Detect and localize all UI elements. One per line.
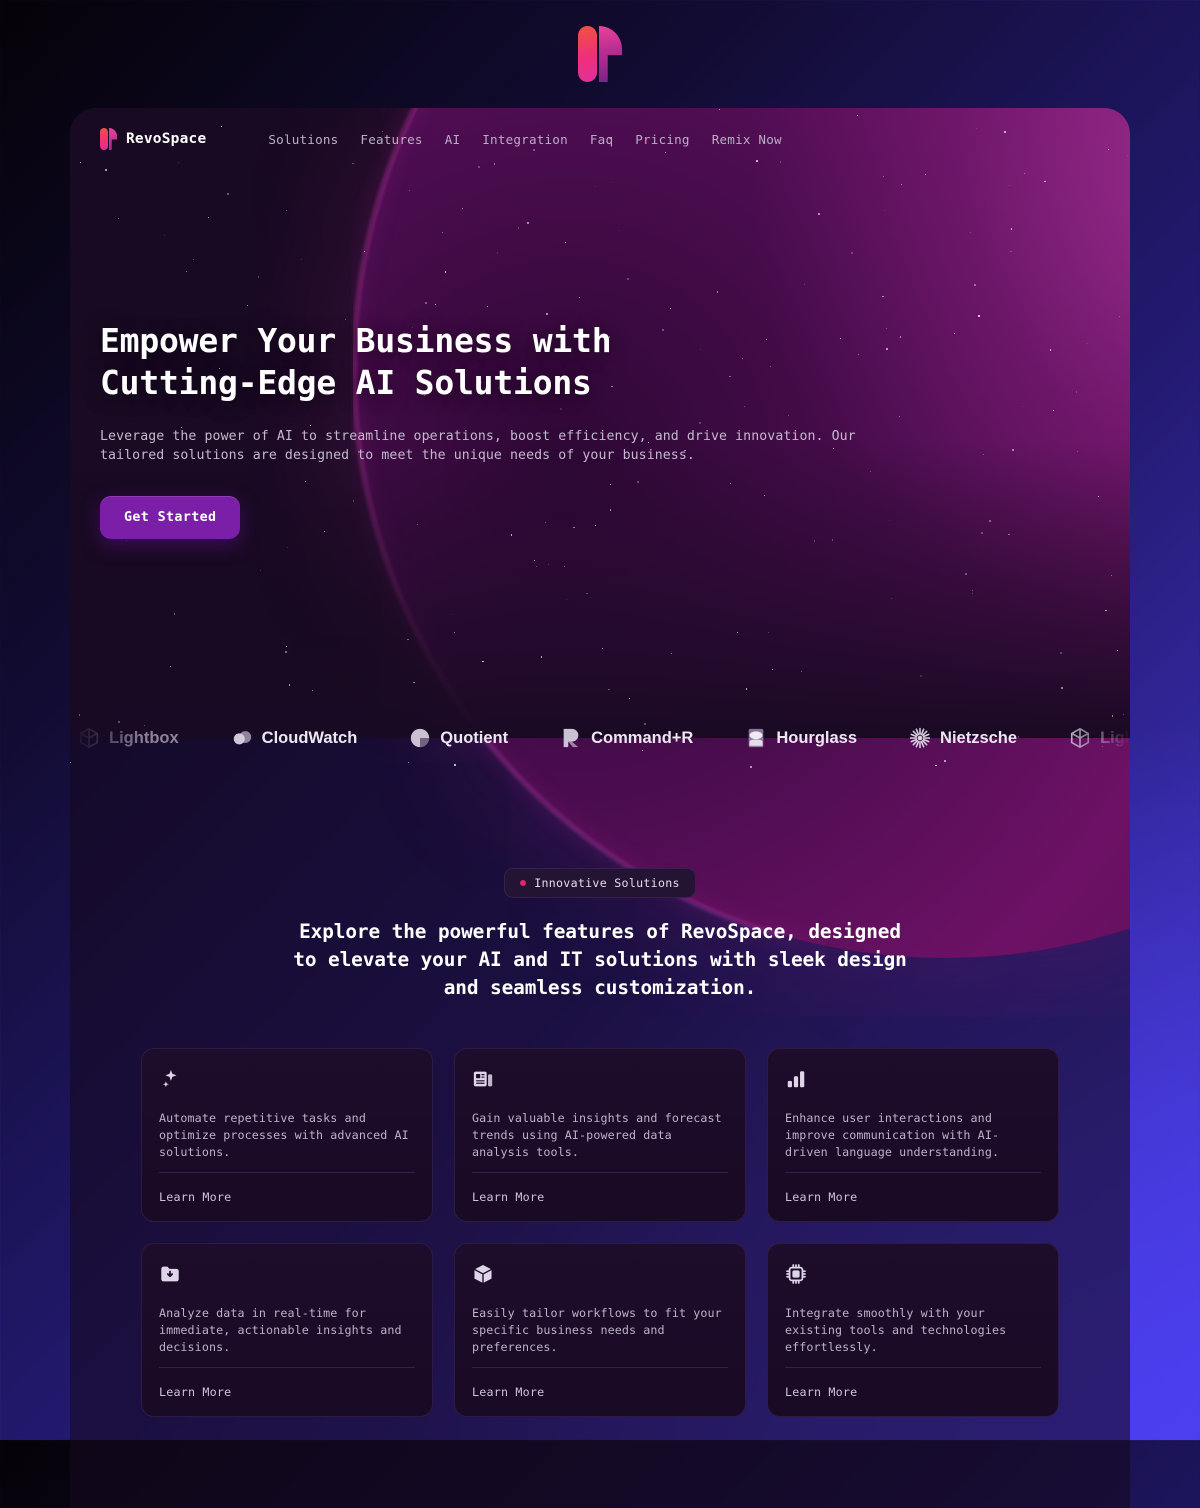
cube-icon	[78, 727, 100, 749]
top-logo-mark	[578, 26, 622, 82]
revospace-logo-icon	[578, 26, 622, 82]
partner-logo-label: Quotient	[440, 728, 509, 747]
features-title: Explore the powerful features of RevoSpa…	[293, 920, 907, 1000]
learn-more-link[interactable]: Learn More	[472, 1368, 728, 1416]
revospace-logo-icon	[100, 128, 117, 150]
partner-logo-label: Lightbox	[1100, 728, 1130, 747]
nav-link-ai[interactable]: AI	[445, 132, 461, 147]
page-card: RevoSpace Solutions Features AI Integration…	[70, 108, 1130, 1508]
partner-logo-nietzsche: Nietzsche	[909, 727, 1017, 749]
learn-more-link[interactable]: Learn More	[785, 1368, 1041, 1416]
circle-slice-icon	[409, 727, 431, 749]
sunburst-icon	[909, 727, 931, 749]
partner-logo-lightbox: Lightbox	[78, 727, 179, 749]
feature-card-text: Enhance user interactions and improve co…	[785, 1111, 1000, 1159]
logo-marquee-track: Lightbox CloudWatch Quotient Command+R Hourg…	[78, 693, 1130, 783]
partner-logo-quotient: Quotient	[409, 727, 508, 749]
feature-card: Easily tailor workflows to fit your spec…	[454, 1243, 746, 1418]
sparkles-icon	[159, 1068, 181, 1090]
brand-logo[interactable]: RevoSpace	[100, 128, 206, 150]
command-icon	[560, 727, 582, 749]
bar-chart-icon	[785, 1068, 807, 1090]
innovative-solutions-badge: Innovative Solutions	[504, 868, 696, 898]
cube-icon	[1069, 727, 1091, 749]
feature-card: Integrate smoothly with your existing to…	[767, 1243, 1059, 1418]
nav-link-pricing[interactable]: Pricing	[635, 132, 689, 147]
partner-logo-command-r: Command+R	[560, 727, 693, 749]
cloud-icon	[231, 727, 253, 749]
feature-card-text: Analyze data in real-time for immediate,…	[159, 1306, 402, 1354]
get-started-button[interactable]: Get Started	[100, 495, 241, 539]
learn-more-link[interactable]: Learn More	[159, 1173, 415, 1221]
partner-logo-cloudwatch: CloudWatch	[231, 727, 358, 749]
nav-link-faq[interactable]: Faq	[590, 132, 613, 147]
nav-link-solutions[interactable]: Solutions	[268, 132, 338, 147]
features-section: Innovative Solutions Explore the powerfu…	[70, 868, 1130, 1418]
box-3d-icon	[472, 1263, 494, 1285]
badge-dot-icon	[520, 880, 527, 886]
partner-logo-label: Command+R	[591, 728, 694, 747]
badge-label: Innovative Solutions	[534, 876, 680, 890]
folder-download-icon	[159, 1263, 181, 1285]
partner-logo-label: Hourglass	[776, 728, 858, 747]
feature-card-text: Integrate smoothly with your existing to…	[785, 1306, 1007, 1354]
hero-headline: Empower Your Business with Cutting-Edge …	[100, 321, 612, 402]
article-icon	[472, 1068, 494, 1090]
feature-card-text: Easily tailor workflows to fit your spec…	[472, 1306, 722, 1354]
hero-subtext: Leverage the power of AI to streamline o…	[100, 429, 856, 464]
partner-logo-label: Lightbox	[109, 728, 179, 747]
main-navigation: RevoSpace Solutions Features AI Integration…	[100, 128, 782, 150]
nav-links: Solutions Features AI Integration Faq Pricing…	[268, 132, 781, 147]
feature-card: Gain valuable insights and forecast tren…	[454, 1048, 746, 1223]
cpu-chip-icon	[785, 1263, 807, 1285]
partner-logo-lightbox: Lightbox	[1069, 727, 1130, 749]
features-grid: Automate repetitive tasks and optimize p…	[141, 1048, 1059, 1418]
nav-link-remix-now[interactable]: Remix Now	[712, 132, 782, 147]
learn-more-link[interactable]: Learn More	[159, 1368, 415, 1416]
partner-logo-hourglass: Hourglass	[745, 727, 857, 749]
feature-card-text: Gain valuable insights and forecast tren…	[472, 1111, 722, 1159]
brand-name: RevoSpace	[126, 131, 207, 147]
learn-more-link[interactable]: Learn More	[472, 1173, 728, 1221]
hero-section: Empower Your Business with Cutting-Edge …	[100, 320, 900, 539]
learn-more-link[interactable]: Learn More	[785, 1173, 1041, 1221]
feature-card: Analyze data in real-time for immediate,…	[141, 1243, 433, 1418]
nav-link-integration[interactable]: Integration	[482, 132, 568, 147]
nav-link-features[interactable]: Features	[360, 132, 422, 147]
feature-card-text: Automate repetitive tasks and optimize p…	[159, 1111, 409, 1159]
feature-card: Enhance user interactions and improve co…	[767, 1048, 1059, 1223]
partner-logo-label: Nietzsche	[940, 728, 1018, 747]
logo-marquee: Lightbox CloudWatch Quotient Command+R Hourg…	[70, 693, 1130, 783]
partner-logo-label: CloudWatch	[261, 728, 358, 747]
hourglass-icon	[745, 727, 767, 749]
feature-card: Automate repetitive tasks and optimize p…	[141, 1048, 433, 1223]
